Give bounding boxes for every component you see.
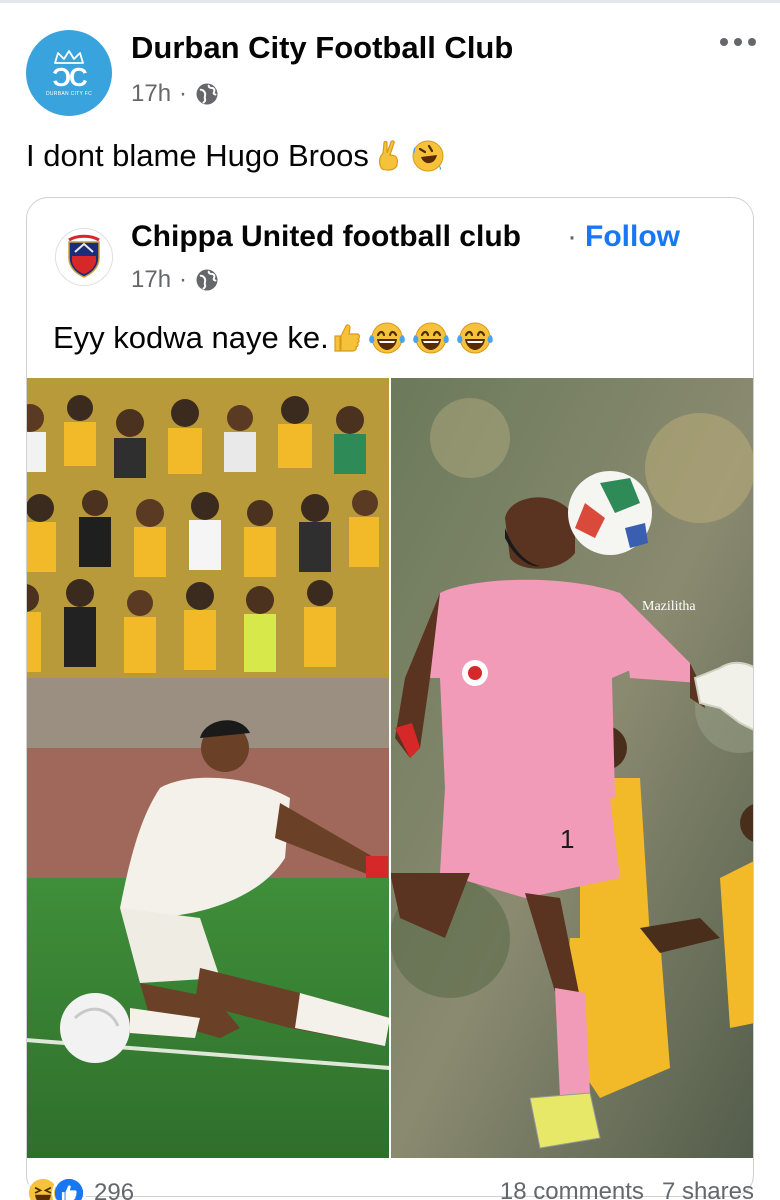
shared-post-card[interactable]: Chippa United football club · Follow 17h … (26, 197, 754, 1197)
more-dot-icon (734, 38, 742, 46)
shares-count[interactable]: 7 shares (662, 1178, 754, 1200)
chippa-crest-icon (68, 234, 100, 278)
follow-row: · Follow (567, 220, 680, 254)
photo-watermark: Mazilitha (642, 599, 696, 614)
more-dot-icon (748, 38, 756, 46)
post-footer: 296 18 comments 7 shares (0, 1160, 780, 1200)
reaction-summary[interactable]: 296 (26, 1176, 134, 1200)
jersey-number: 1 (560, 824, 574, 854)
shared-meta: 17h · (131, 266, 219, 294)
follow-separator: · (567, 220, 577, 253)
tears-of-joy-emoji (456, 322, 493, 354)
follow-button[interactable]: Follow (585, 220, 680, 253)
shared-timestamp[interactable]: 17h (131, 266, 171, 294)
like-reaction-icon (52, 1176, 86, 1200)
football-header (568, 471, 652, 555)
rolling-laughing-emoji (412, 140, 444, 172)
photo-collage: 1 Mazilitha (27, 378, 753, 1158)
more-dot-icon (720, 38, 728, 46)
page-avatar[interactable]: ƆC DURBAN CITY FC (26, 30, 112, 116)
shared-caption: Eyy kodwa naye ke. (53, 320, 495, 356)
post-meta: 17h · (131, 80, 219, 108)
shared-author-name[interactable]: Chippa United football club (131, 220, 521, 254)
reaction-count: 296 (94, 1179, 135, 1200)
tears-of-joy-emoji (412, 322, 449, 354)
tears-of-joy-emoji (368, 322, 405, 354)
meta-separator: · (179, 80, 188, 107)
globe-icon (196, 83, 218, 105)
shared-author-avatar[interactable] (55, 228, 113, 286)
shared-caption-text: Eyy kodwa naye ke. (53, 320, 329, 355)
thumbs-up-emoji (334, 324, 360, 352)
avatar-label: DURBAN CITY FC (45, 91, 93, 97)
crossed-fingers-emoji (378, 140, 398, 171)
globe-icon (196, 269, 218, 291)
post-timestamp[interactable]: 17h (131, 80, 171, 108)
avatar-monogram: ƆC (52, 62, 88, 92)
comments-count[interactable]: 18 comments (500, 1178, 644, 1200)
football-left (60, 993, 130, 1063)
engagement-counts: 18 comments 7 shares (500, 1178, 754, 1200)
more-options-button[interactable] (720, 38, 756, 46)
post-header: ƆC DURBAN CITY FC Durban City Football C… (0, 0, 780, 120)
post-author-name[interactable]: Durban City Football Club (131, 30, 513, 66)
post-caption: I dont blame Hugo Broos (26, 138, 445, 174)
shared-meta-separator: · (179, 266, 188, 293)
post-caption-text: I dont blame Hugo Broos (26, 138, 369, 173)
shared-post-photo[interactable]: 1 Mazilitha (27, 378, 753, 1158)
